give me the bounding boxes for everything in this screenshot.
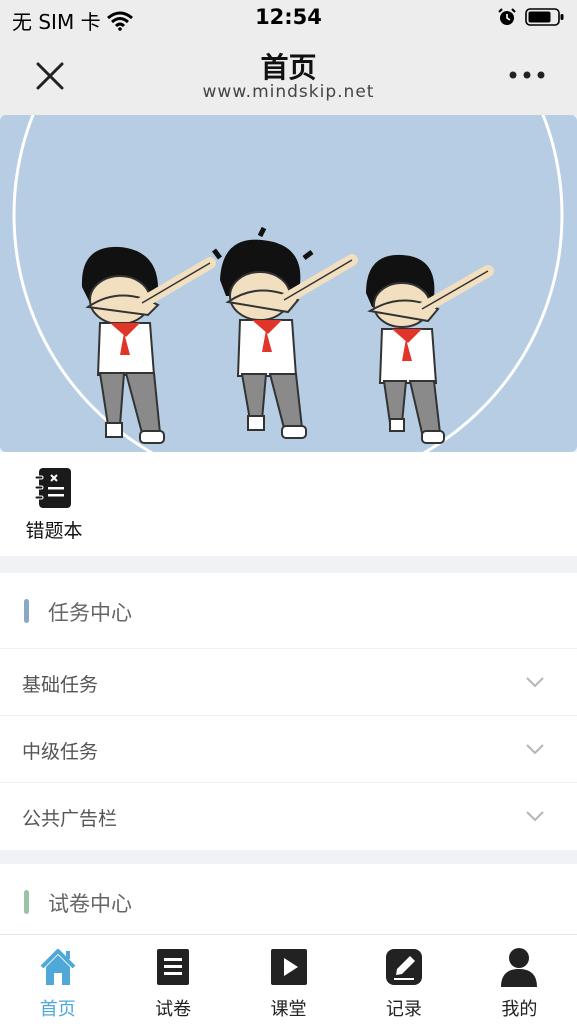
page-url: www.mindskip.net xyxy=(202,82,375,102)
paper-icon xyxy=(157,949,190,985)
list-item-label: 公共广告栏 xyxy=(22,808,118,830)
chevron-down-icon xyxy=(526,744,544,755)
dancing-kid-3 xyxy=(366,254,494,444)
list-item-label: 基础任务 xyxy=(22,674,99,696)
tab-classroom[interactable]: 课堂 xyxy=(231,935,346,1024)
user-icon xyxy=(501,948,538,987)
status-right xyxy=(497,7,565,27)
list-item-label: 中级任务 xyxy=(22,741,99,763)
chevron-down-icon xyxy=(526,811,544,822)
status-bar: 无 SIM 卡 12:54 xyxy=(0,0,577,36)
tab-label: 试卷 xyxy=(155,999,192,1020)
list-item-intermediate-task[interactable]: 中级任务 xyxy=(0,716,577,783)
quick-entry-panel: 错题本 xyxy=(0,452,577,556)
task-center-section: 任务中心 基础任务 中级任务 公共广告栏 xyxy=(0,573,577,850)
tab-label: 课堂 xyxy=(270,999,307,1020)
tab-home[interactable]: 首页 xyxy=(0,935,115,1024)
tab-label: 记录 xyxy=(385,999,422,1020)
wrong-question-book-label: 错题本 xyxy=(25,520,83,542)
battery-icon xyxy=(525,8,564,26)
paper-center-title: 试卷中心 xyxy=(48,892,132,916)
wrong-question-book-entry[interactable]: 错题本 xyxy=(22,466,86,543)
edit-icon xyxy=(385,949,422,985)
tab-bar: 首页 试卷 课堂 记录 我的 xyxy=(0,934,577,1024)
paper-center-header: 试卷中心 xyxy=(0,864,577,940)
banner[interactable] xyxy=(0,115,577,452)
tab-label: 首页 xyxy=(39,999,76,1020)
tab-record[interactable]: 记录 xyxy=(346,935,461,1024)
list-item-public-notice[interactable]: 公共广告栏 xyxy=(0,783,577,850)
play-icon xyxy=(270,949,307,985)
alarm-icon xyxy=(498,8,516,25)
section-marker xyxy=(24,890,29,914)
page-title: 首页 xyxy=(260,51,317,84)
notebook-icon xyxy=(34,468,71,508)
section-marker xyxy=(24,599,29,623)
tab-label: 我的 xyxy=(501,999,538,1020)
task-center-header: 任务中心 xyxy=(0,573,577,649)
home-icon xyxy=(40,949,76,985)
paper-center-section: 试卷中心 xyxy=(0,864,577,934)
list-item-basic-task[interactable]: 基础任务 xyxy=(0,649,577,716)
tab-paper[interactable]: 试卷 xyxy=(115,935,230,1024)
clock: 12:54 xyxy=(255,5,322,29)
tab-mine[interactable]: 我的 xyxy=(462,935,577,1024)
task-center-title: 任务中心 xyxy=(48,601,132,625)
nav-bar: 首页 www.mindskip.net xyxy=(0,36,577,116)
dancing-kid-2 xyxy=(212,226,358,439)
chevron-down-icon xyxy=(526,677,544,688)
more-icon[interactable] xyxy=(507,63,547,87)
banner-illustration xyxy=(12,115,564,452)
